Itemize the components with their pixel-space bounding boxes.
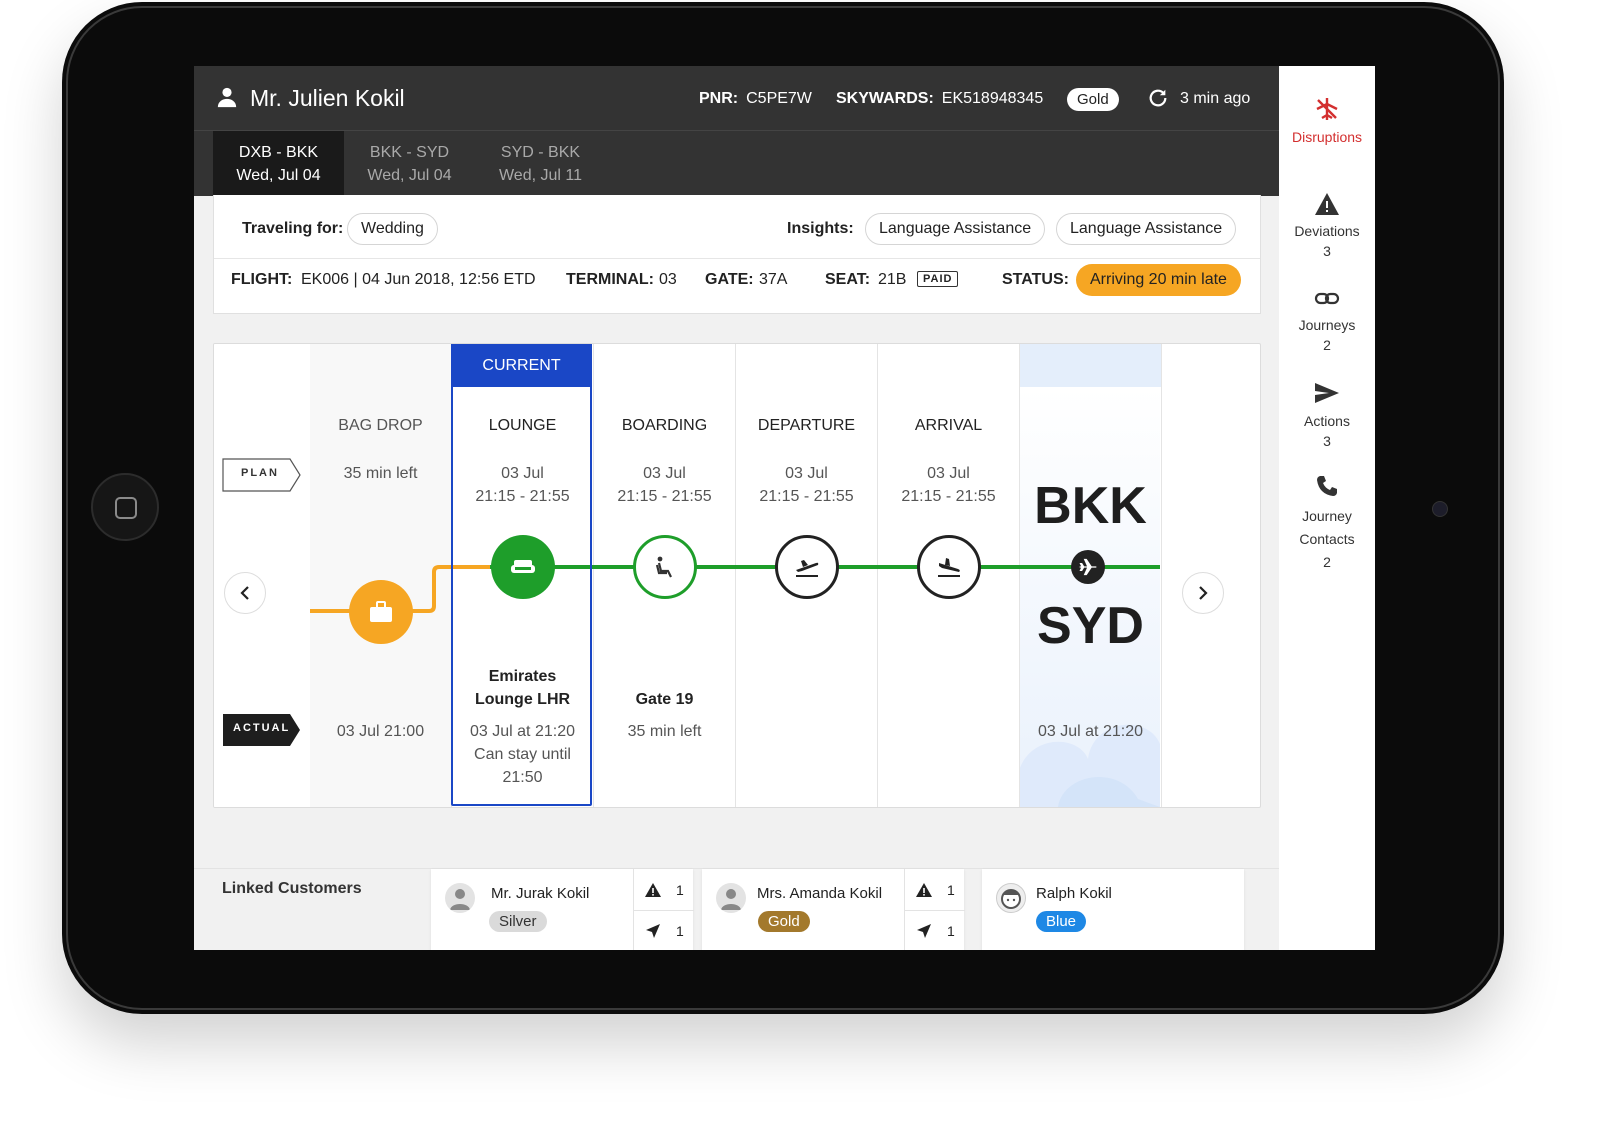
skywards-number: SKYWARDS: EK518948345 [836, 90, 1044, 107]
arrival-node[interactable] [917, 535, 981, 599]
warning-icon [1315, 193, 1339, 215]
refresh-icon[interactable] [1147, 87, 1169, 109]
avatar [716, 883, 746, 913]
airplane-off-icon [1316, 98, 1338, 120]
landing-icon [938, 558, 960, 577]
seat-icon [655, 556, 672, 578]
takeoff-icon [796, 560, 819, 577]
tier-badge: Silver [489, 911, 547, 932]
send-icon [1315, 383, 1339, 403]
linked-customers-title: Linked Customers [222, 880, 362, 897]
passenger-header: Mr. Julien Kokil PNR: C5PE7W SKYWARDS: EK5… [194, 66, 1279, 130]
flight-info-panel: Traveling for: Wedding Insights: Languag… [213, 195, 1261, 314]
actions-count[interactable]: 1 [633, 910, 694, 950]
sidebar-item-journey-contacts[interactable]: Journey Contacts 2 [1279, 474, 1375, 574]
warning-icon [916, 883, 932, 897]
flight-node [1071, 550, 1105, 584]
boarding-node[interactable] [633, 535, 697, 599]
seat-value: 21B [878, 271, 907, 288]
sidebar-item-journeys[interactable]: Journeys 2 [1279, 288, 1375, 355]
linked-customer-card[interactable]: Mrs. Amanda Kokil Gold 1 1 [702, 869, 965, 950]
gate-label: GATE: [705, 271, 754, 288]
sidebar-item-disruptions[interactable]: Disruptions [1279, 96, 1375, 147]
send-icon [646, 924, 660, 938]
journey-timeline: PLAN ACTUAL BAG DROP 35 min left 03 Jul … [213, 343, 1261, 808]
send-icon [917, 924, 931, 938]
current-label: CURRENT [451, 344, 592, 387]
home-button[interactable] [91, 473, 159, 541]
flight-label: FLIGHT: [231, 271, 293, 288]
insight-chip[interactable]: Language Assistance [865, 213, 1046, 245]
airplane-icon [1079, 558, 1097, 576]
journey-tabs: DXB - BKK Wed, Jul 04 BKK - SYD Wed, Jul 0… [194, 130, 1279, 196]
flight-value: EK006 | 04 Jun 2018, 12:56 ETD [301, 271, 536, 288]
tier-badge: Gold [1067, 88, 1119, 111]
terminal-value: 03 [659, 271, 677, 288]
passenger-name: Mr. Julien Kokil [250, 85, 405, 111]
seat-label: SEAT: [825, 271, 871, 288]
briefcase-icon [370, 601, 392, 622]
timeline-next-button[interactable] [1182, 572, 1224, 614]
linked-customer-card[interactable]: Mr. Jurak Kokil Silver 1 1 [431, 869, 694, 950]
app-screen: Mr. Julien Kokil PNR: C5PE7W SKYWARDS: EK5… [194, 66, 1375, 950]
tier-badge: Gold [758, 911, 810, 932]
tab-syd-bkk[interactable]: SYD - BKK Wed, Jul 11 [475, 131, 606, 196]
avatar [445, 883, 475, 913]
linked-customers: Linked Customers Mr. Jurak Kokil Silver … [194, 868, 1279, 950]
tab-dxb-bkk[interactable]: DXB - BKK Wed, Jul 04 [213, 131, 344, 196]
progress-line [310, 565, 1160, 613]
right-sidebar: Disruptions Deviations 3 Journeys 2 Acti… [1279, 66, 1375, 950]
sofa-icon [511, 560, 535, 573]
insights-label: Insights: [787, 220, 854, 237]
alerts-count[interactable]: 1 [633, 869, 694, 911]
camera-icon [1432, 501, 1448, 517]
chevron-right-icon [1199, 586, 1208, 600]
status-label: STATUS: [1002, 271, 1069, 288]
user-icon [217, 87, 237, 108]
terminal-label: TERMINAL: [566, 271, 654, 288]
tab-bkk-syd[interactable]: BKK - SYD Wed, Jul 04 [344, 131, 475, 196]
lounge-node[interactable] [491, 535, 555, 599]
actions-count[interactable]: 1 [904, 910, 965, 950]
alerts-count[interactable]: 1 [904, 869, 965, 911]
departure-node[interactable] [775, 535, 839, 599]
warning-icon [645, 883, 661, 897]
pnr: PNR: C5PE7W [699, 90, 812, 107]
gate-value: 37A [759, 271, 788, 288]
link-icon [1314, 292, 1340, 305]
traveling-for-chip[interactable]: Wedding [347, 213, 438, 245]
phone-icon [1317, 476, 1337, 496]
status-badge: Arriving 20 min late [1076, 264, 1241, 296]
paid-badge: PAID [917, 271, 959, 287]
bag-drop-node[interactable] [349, 580, 413, 644]
sidebar-item-actions[interactable]: Actions 3 [1279, 380, 1375, 451]
insight-chip[interactable]: Language Assistance [1056, 213, 1237, 245]
linked-customer-card[interactable]: Ralph Kokil Blue [982, 869, 1244, 950]
last-updated: 3 min ago [1180, 90, 1251, 107]
traveling-for-label: Traveling for: [242, 220, 344, 237]
child-avatar [996, 883, 1026, 913]
sidebar-item-deviations[interactable]: Deviations 3 [1279, 192, 1375, 261]
tier-badge: Blue [1036, 911, 1087, 932]
